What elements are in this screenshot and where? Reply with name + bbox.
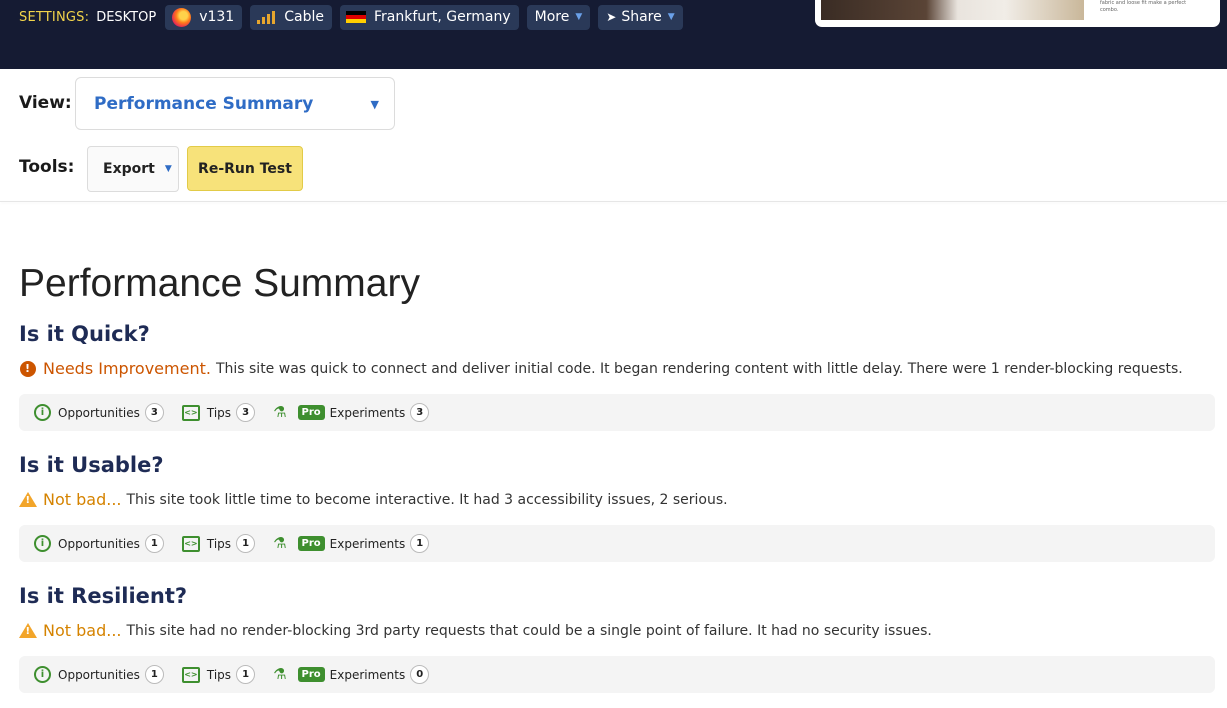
view-label: View:	[19, 93, 72, 113]
location-label: Frankfurt, Germany	[373, 9, 511, 25]
tips-label: Tips	[206, 667, 232, 682]
code-tips-icon: <>	[181, 535, 200, 552]
share-menu-button[interactable]: ➤ Share ▼	[598, 4, 683, 30]
page-screenshot-thumbnail[interactable]: fabric and loose fit make a perfect comb…	[815, 0, 1220, 27]
section-links-usable: i Opportunities 1 <> Tips 1 ⚗ Pro Experi…	[19, 525, 1215, 562]
tips-link[interactable]: <> Tips 3	[181, 403, 256, 422]
location-chip[interactable]: Frankfurt, Germany	[339, 4, 519, 30]
more-label: More	[534, 9, 570, 25]
page-title: Performance Summary	[19, 262, 420, 305]
share-label: Share	[621, 9, 662, 25]
opportunities-label: Opportunities	[58, 405, 140, 420]
status-description: This site was quick to connect and deliv…	[215, 360, 1183, 377]
rerun-test-button[interactable]: Re-Run Test	[187, 146, 303, 191]
chevron-down-icon: ▼	[370, 98, 379, 111]
lightbulb-info-icon: i	[34, 666, 51, 683]
connection-chip[interactable]: Cable	[250, 4, 332, 30]
tips-count: 3	[236, 403, 256, 422]
experiments-label: Experiments	[329, 536, 406, 551]
settings-label: SETTINGS:	[19, 9, 90, 25]
view-selected-value: Performance Summary	[94, 93, 314, 114]
flask-icon: ⚗	[273, 665, 287, 683]
export-label: Export	[103, 161, 155, 177]
export-button[interactable]: Export ▼	[87, 146, 179, 192]
experiments-count: 0	[410, 665, 430, 684]
paper-plane-icon: ➤	[606, 10, 617, 24]
test-settings: SETTINGS: DESKTOP v131 Cable Frankfurt, …	[19, 4, 691, 30]
lightbulb-info-icon: i	[34, 404, 51, 421]
more-menu-button[interactable]: More ▼	[526, 4, 591, 30]
chevron-down-icon: ▼	[667, 12, 675, 22]
section-verdict-quick: ! Needs Improvement. This site was quick…	[19, 359, 1183, 378]
device-label: DESKTOP	[96, 9, 157, 25]
tools-label: Tools:	[19, 157, 75, 177]
status-label: Not bad...	[43, 490, 122, 509]
opportunities-label: Opportunities	[58, 667, 140, 682]
thumbnail-image	[821, 0, 1084, 20]
opportunities-link[interactable]: i Opportunities 1	[34, 665, 164, 684]
status-description: This site had no render-blocking 3rd par…	[126, 622, 932, 639]
experiments-link[interactable]: ⚗ Pro Experiments 3	[273, 403, 430, 422]
experiments-count: 3	[410, 403, 430, 422]
header-divider	[0, 201, 1227, 202]
experiments-label: Experiments	[329, 667, 406, 682]
warning-triangle-icon: !	[18, 491, 37, 508]
signal-bars-icon	[256, 7, 276, 27]
view-select[interactable]: Performance Summary ▼	[75, 77, 395, 130]
germany-flag-icon	[345, 7, 366, 27]
chevron-down-icon: ▼	[164, 164, 172, 174]
tips-count: 1	[236, 534, 256, 553]
code-tips-icon: <>	[181, 666, 200, 683]
experiments-count: 1	[410, 534, 430, 553]
pro-badge: Pro	[297, 536, 325, 551]
tips-count: 1	[236, 665, 256, 684]
connection-label: Cable	[284, 9, 324, 25]
flask-icon: ⚗	[273, 534, 287, 552]
opportunities-count: 3	[144, 403, 164, 422]
status-label: Needs Improvement.	[43, 359, 211, 378]
tips-link[interactable]: <> Tips 1	[181, 665, 256, 684]
section-verdict-usable: ! Not bad... This site took little time …	[18, 490, 728, 509]
pro-badge: Pro	[297, 405, 325, 420]
tips-label: Tips	[206, 405, 232, 420]
opportunities-link[interactable]: i Opportunities 1	[34, 534, 164, 553]
opportunities-count: 1	[144, 665, 164, 684]
firefox-icon	[171, 7, 191, 27]
exclamation-circle-icon: !	[19, 360, 36, 377]
section-title-quick: Is it Quick?	[19, 322, 150, 346]
section-title-resilient: Is it Resilient?	[19, 584, 188, 608]
opportunities-count: 1	[144, 534, 164, 553]
chevron-down-icon: ▼	[575, 12, 583, 22]
status-label: Not bad...	[43, 621, 122, 640]
experiments-link[interactable]: ⚗ Pro Experiments 0	[273, 665, 430, 684]
thumbnail-caption: fabric and loose fit make a perfect comb…	[1100, 0, 1187, 13]
lightbulb-info-icon: i	[34, 535, 51, 552]
rerun-label: Re-Run Test	[198, 160, 292, 177]
experiments-label: Experiments	[329, 405, 406, 420]
top-settings-bar: SETTINGS: DESKTOP v131 Cable Frankfurt, …	[0, 0, 1227, 69]
status-description: This site took little time to become int…	[126, 491, 728, 508]
opportunities-label: Opportunities	[58, 536, 140, 551]
pro-badge: Pro	[297, 667, 325, 682]
opportunities-link[interactable]: i Opportunities 3	[34, 403, 164, 422]
warning-triangle-icon: !	[18, 622, 37, 639]
code-tips-icon: <>	[181, 404, 200, 421]
browser-version: v131	[199, 9, 235, 25]
tips-label: Tips	[206, 536, 232, 551]
section-links-quick: i Opportunities 3 <> Tips 3 ⚗ Pro Experi…	[19, 394, 1215, 431]
tips-link[interactable]: <> Tips 1	[181, 534, 256, 553]
browser-chip[interactable]: v131	[165, 4, 243, 30]
section-verdict-resilient: ! Not bad... This site had no render-blo…	[18, 621, 932, 640]
section-links-resilient: i Opportunities 1 <> Tips 1 ⚗ Pro Experi…	[19, 656, 1215, 693]
section-title-usable: Is it Usable?	[19, 453, 164, 477]
experiments-link[interactable]: ⚗ Pro Experiments 1	[273, 534, 430, 553]
flask-icon: ⚗	[273, 403, 287, 421]
